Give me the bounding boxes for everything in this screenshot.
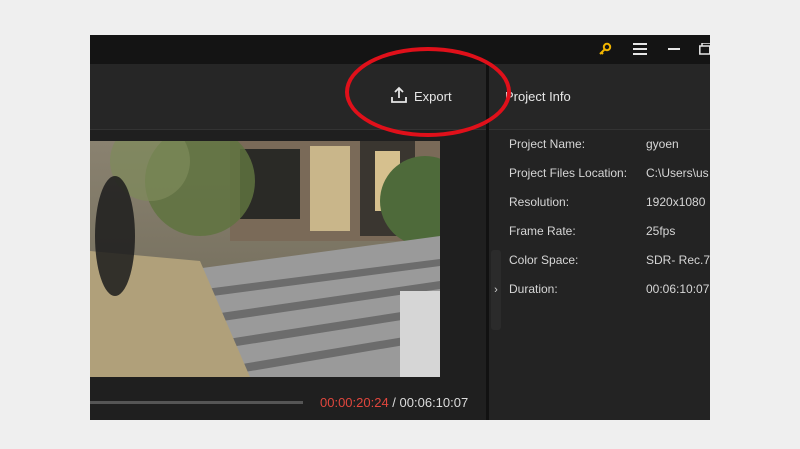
info-label: Project Files Location: [509, 166, 628, 180]
info-label: Frame Rate: [509, 224, 576, 238]
info-value: 1920x1080 [646, 195, 706, 209]
toolbar: Export [90, 64, 486, 130]
info-row-files-location: Project Files Location: C:\Users\us [509, 166, 710, 186]
timecode-separator: / [388, 395, 400, 410]
panel-title: Project Info [505, 89, 571, 104]
chevron-right-icon: › [494, 284, 498, 296]
minimize-icon[interactable] [664, 39, 684, 59]
panel-header: Project Info [489, 64, 710, 130]
upload-icon [390, 86, 408, 107]
info-value: gyoen [646, 137, 679, 151]
info-row-color-space: Color Space: SDR- Rec.7( [509, 253, 710, 273]
menu-icon[interactable] [630, 39, 650, 59]
timecode-display: 00:00:20:24 / 00:06:10:07 [320, 395, 468, 410]
info-row-duration: Duration: 00:06:10:07 [509, 282, 710, 302]
info-row-frame-rate: Frame Rate: 25fps [509, 224, 710, 244]
info-value: 00:06:10:07 [646, 282, 710, 296]
info-value: C:\Users\us [646, 166, 709, 180]
title-bar [90, 35, 710, 64]
info-label: Resolution: [509, 195, 570, 209]
maximize-icon[interactable] [696, 39, 710, 59]
info-value: 25fps [646, 224, 676, 238]
info-label: Duration: [509, 282, 558, 296]
video-preview[interactable] [90, 141, 440, 377]
project-info-panel: Project Info Project Name: gyoen Project… [489, 64, 710, 420]
export-label: Export [414, 88, 452, 104]
info-row-resolution: Resolution: 1920x1080 [509, 195, 710, 215]
export-button[interactable]: Export [390, 84, 452, 108]
info-label: Project Name: [509, 137, 586, 151]
collapse-panel-button[interactable]: › [491, 250, 501, 330]
info-row-project-name: Project Name: gyoen [509, 137, 710, 157]
key-icon[interactable] [595, 39, 615, 59]
info-value: SDR- Rec.7( [646, 253, 710, 267]
app-window: Export 00:00:20:24 / 00:06:10:07 Project… [90, 35, 710, 420]
info-label: Color Space: [509, 253, 579, 267]
timecode-total: 00:06:10:07 [399, 395, 469, 410]
timeline-track[interactable] [90, 401, 303, 404]
timecode-current: 00:00:20:24 [320, 395, 389, 410]
